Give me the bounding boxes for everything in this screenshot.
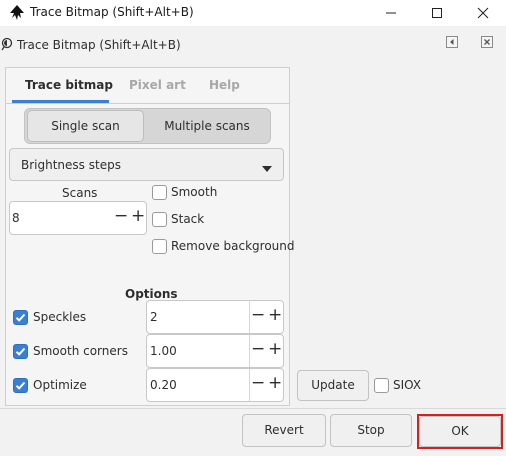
speckles-increment-button[interactable]: + bbox=[268, 307, 282, 324]
tab-separator bbox=[6, 103, 289, 104]
spin-divider bbox=[249, 301, 250, 333]
multiple-scans-button[interactable]: Multiple scans bbox=[146, 110, 268, 142]
dock-title: Trace Bitmap (Shift+Alt+B) bbox=[17, 38, 181, 52]
smooth-corners-value[interactable]: 1.00 bbox=[150, 344, 177, 358]
optimize-value[interactable]: 0.20 bbox=[150, 378, 177, 392]
speckles-decrement-button[interactable]: − bbox=[251, 307, 265, 324]
dock-collapse-icon bbox=[446, 36, 458, 48]
speckles-value[interactable]: 2 bbox=[150, 310, 158, 324]
speckles-label: Speckles bbox=[33, 310, 87, 324]
tab-help[interactable]: Help bbox=[209, 78, 240, 100]
speckles-checkbox[interactable] bbox=[13, 310, 28, 325]
maximize-icon bbox=[432, 8, 442, 18]
stop-button[interactable]: Stop bbox=[330, 414, 412, 447]
siox-checkbox[interactable] bbox=[374, 378, 389, 393]
check-icon bbox=[15, 347, 26, 356]
optimize-decrement-button[interactable]: − bbox=[251, 375, 265, 392]
update-button[interactable]: Update bbox=[297, 370, 369, 401]
spin-divider bbox=[249, 369, 250, 401]
smooth-corners-increment-button[interactable]: + bbox=[268, 341, 282, 358]
optimize-checkbox[interactable] bbox=[13, 378, 28, 393]
dock-close-button[interactable] bbox=[480, 35, 494, 49]
close-icon bbox=[477, 7, 489, 19]
action-divider bbox=[0, 408, 506, 409]
spin-divider bbox=[249, 335, 250, 367]
check-icon bbox=[15, 313, 26, 322]
close-button[interactable] bbox=[460, 0, 506, 26]
smooth-label: Smooth bbox=[171, 185, 218, 199]
stack-checkbox[interactable] bbox=[152, 212, 167, 227]
scans-decrement-button[interactable]: − bbox=[114, 208, 128, 225]
minimize-icon bbox=[386, 12, 396, 14]
tab-trace-bitmap[interactable]: Trace bitmap bbox=[25, 78, 113, 100]
dock-close-icon bbox=[481, 36, 493, 48]
smooth-corners-checkbox[interactable] bbox=[13, 344, 28, 359]
remove-background-checkbox[interactable] bbox=[152, 239, 167, 254]
revert-button[interactable]: Revert bbox=[242, 414, 326, 447]
stack-label: Stack bbox=[171, 212, 205, 226]
chevron-down-icon bbox=[262, 161, 272, 172]
scans-value[interactable]: 8 bbox=[12, 211, 20, 225]
optimize-label: Optimize bbox=[33, 378, 87, 392]
window-title: Trace Bitmap (Shift+Alt+B) bbox=[30, 5, 194, 19]
optimize-increment-button[interactable]: + bbox=[268, 375, 282, 392]
siox-label: SIOX bbox=[393, 378, 422, 392]
smooth-checkbox[interactable] bbox=[152, 185, 167, 200]
ok-highlight-outline bbox=[417, 414, 503, 449]
smooth-corners-label: Smooth corners bbox=[33, 344, 128, 358]
scans-label: Scans bbox=[62, 186, 98, 200]
check-icon bbox=[15, 381, 26, 390]
tab-pixel-art[interactable]: Pixel art bbox=[129, 78, 186, 100]
options-heading: Options bbox=[125, 287, 178, 301]
trace-method-value: Brightness steps bbox=[21, 158, 121, 172]
maximize-button[interactable] bbox=[414, 0, 460, 26]
single-scan-button[interactable]: Single scan bbox=[27, 110, 144, 142]
dock-collapse-button[interactable] bbox=[445, 35, 459, 49]
smooth-corners-decrement-button[interactable]: − bbox=[251, 341, 265, 358]
inkscape-icon bbox=[8, 4, 26, 22]
scans-increment-button[interactable]: + bbox=[131, 208, 145, 225]
remove-background-label: Remove background bbox=[171, 239, 295, 253]
trace-bitmap-icon bbox=[1, 37, 15, 51]
minimize-button[interactable] bbox=[368, 0, 414, 26]
